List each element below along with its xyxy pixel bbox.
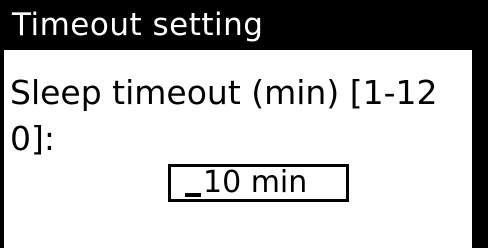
screen-right-border [472, 0, 488, 248]
window-title: Timeout setting [12, 7, 264, 43]
lcd-screen: Timeout setting Sleep timeout (min) [1-1… [0, 0, 488, 248]
sleep-timeout-value: 10 min [203, 165, 308, 200]
text-cursor [185, 193, 201, 197]
timeout-prompt-label: Sleep timeout (min) [1-120]: [10, 73, 438, 158]
title-bar: Timeout setting [0, 0, 472, 50]
sleep-timeout-input[interactable]: 10 min [168, 164, 349, 202]
screen-left-border [0, 50, 4, 248]
